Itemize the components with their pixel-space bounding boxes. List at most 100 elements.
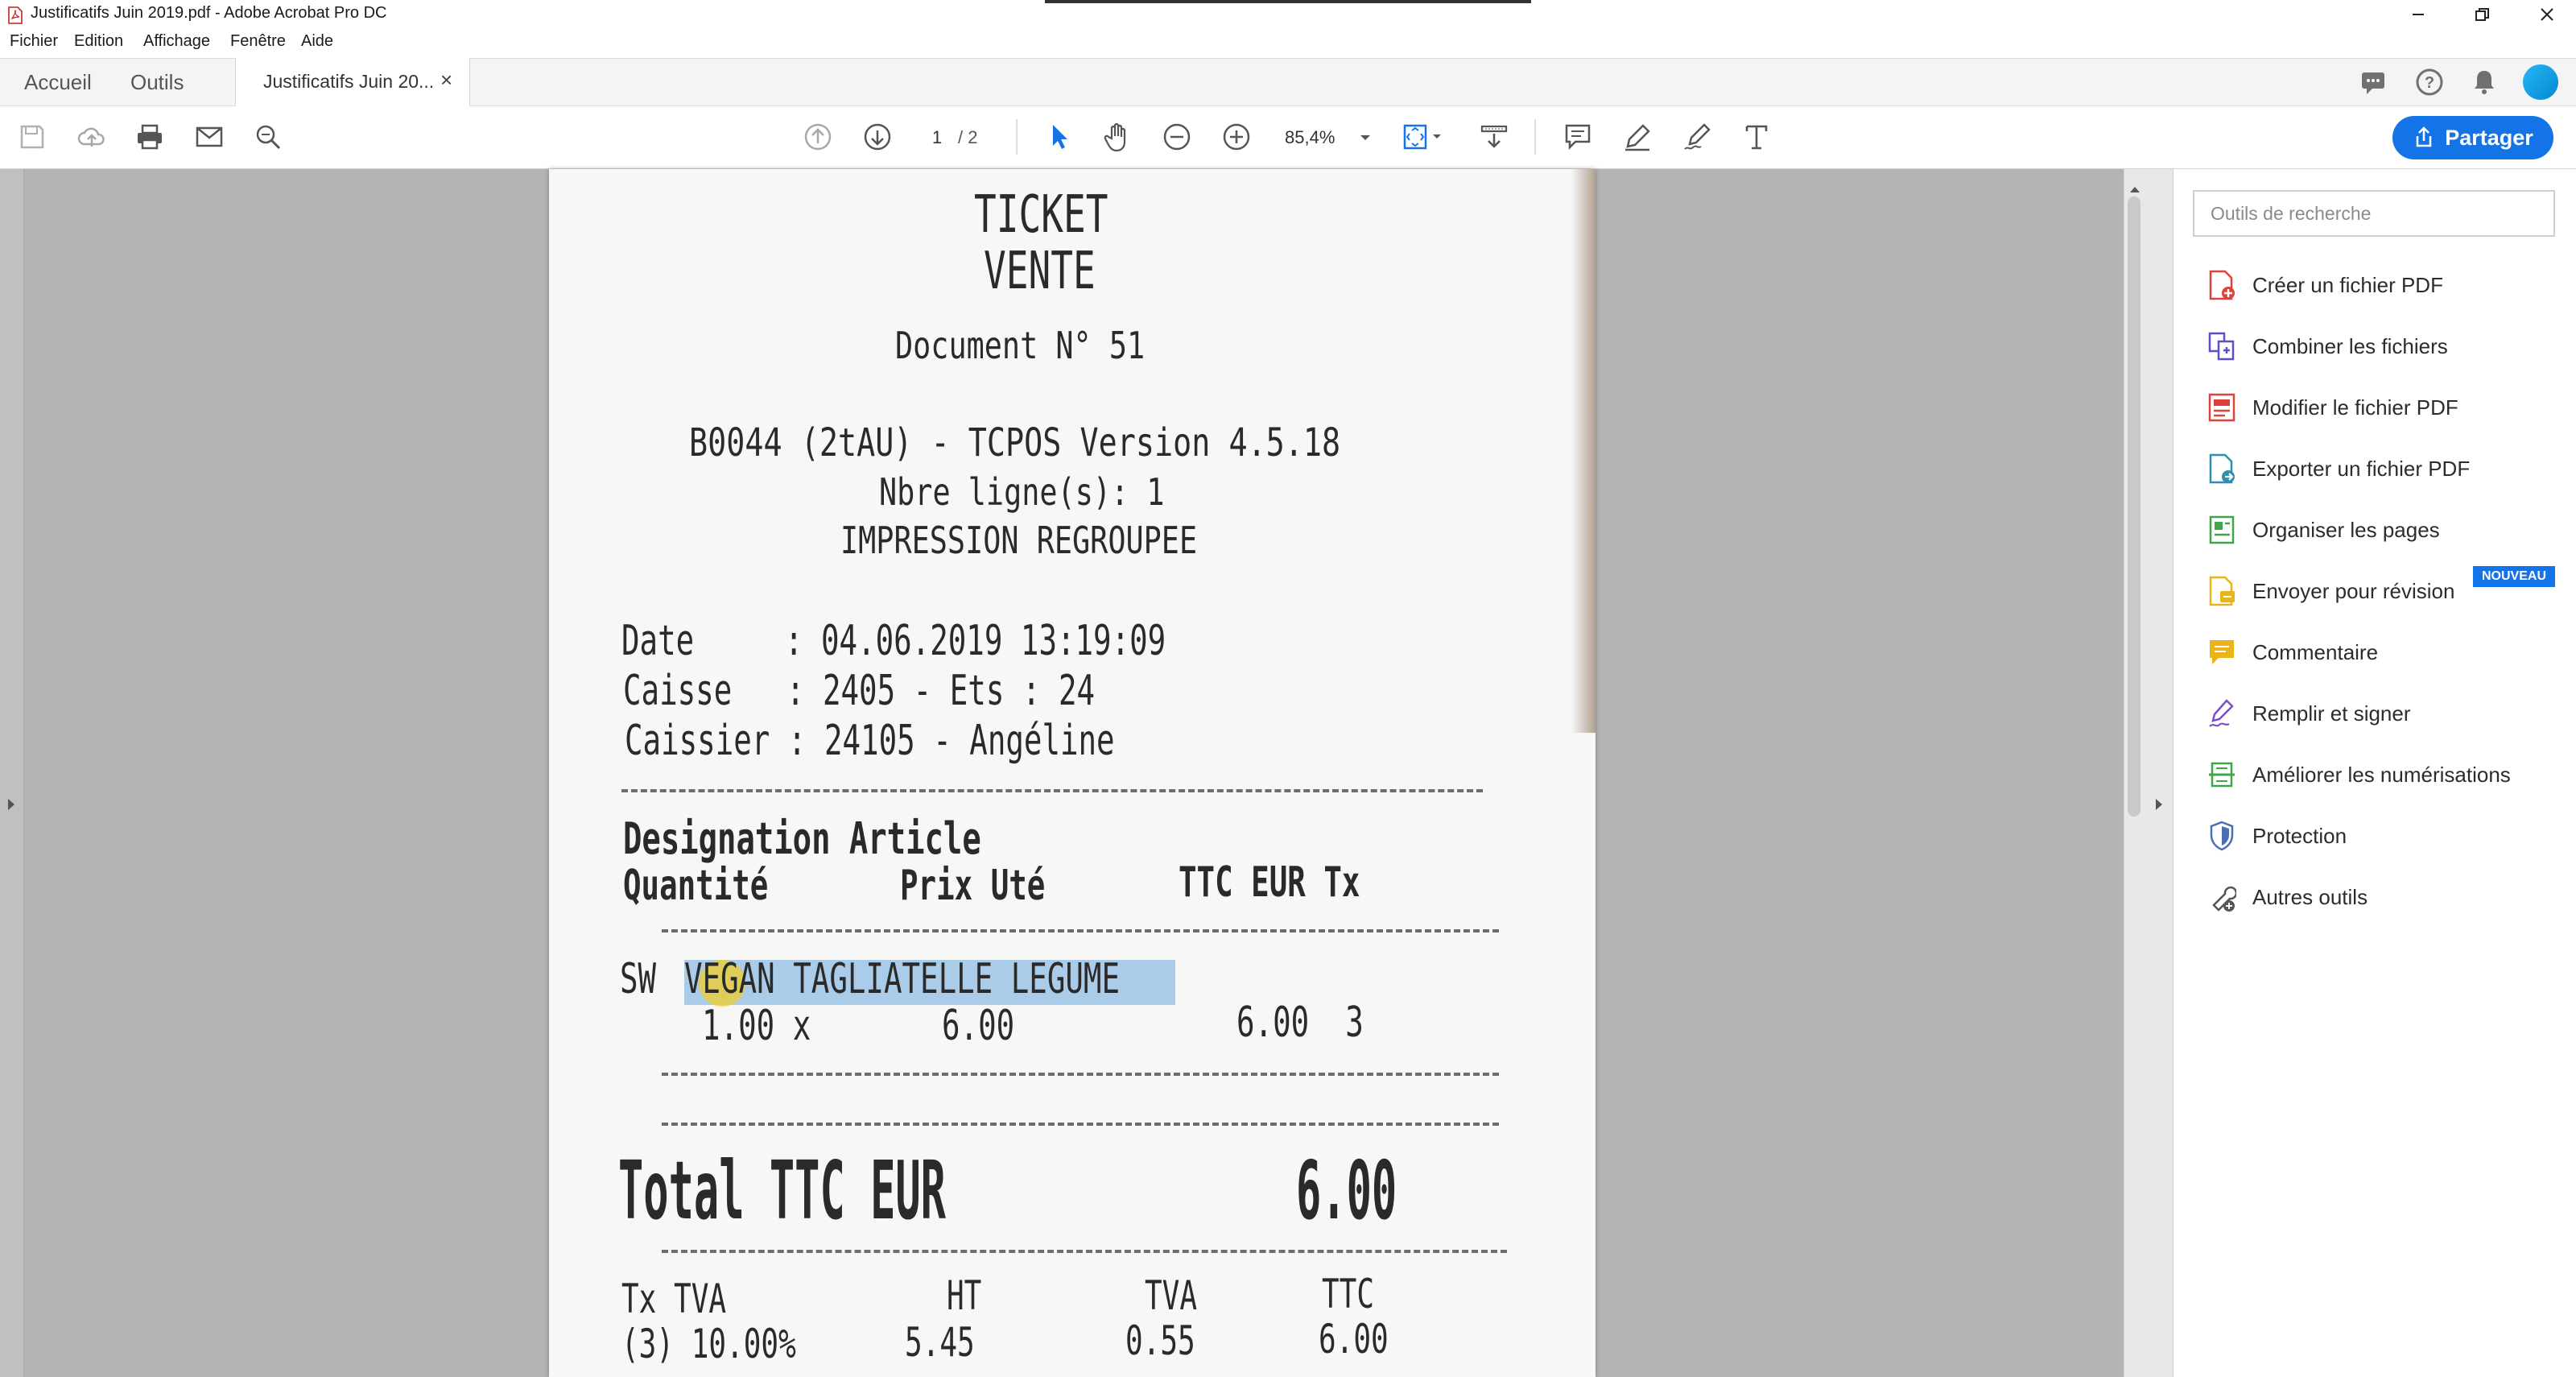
receipt-caissier: Caissier : 24105 - Angéline [625, 717, 1115, 765]
tool-create-pdf[interactable]: Créer un fichier PDF [2206, 261, 2560, 309]
tool-enhance-scans[interactable]: Améliorer les numérisations [2206, 751, 2560, 799]
protect-icon [2206, 820, 2238, 852]
receipt-item-prefix: SW [620, 955, 657, 1003]
tool-label: Modifier le fichier PDF [2252, 395, 2458, 420]
receipt-vat-ttc: 6.00 [1319, 1316, 1389, 1363]
minimize-button[interactable] [2386, 0, 2450, 29]
enhance-scans-icon [2206, 759, 2238, 791]
select-pointer-icon[interactable] [1042, 119, 1077, 155]
receipt-vat-rate: (3) 10.00% [621, 1321, 796, 1367]
tool-more-tools[interactable]: Autres outils [2206, 873, 2560, 921]
create-pdf-icon [2206, 269, 2238, 301]
menu-window[interactable]: Fenêtre [230, 32, 286, 51]
tool-label: Autres outils [2252, 884, 2368, 909]
tool-edit-pdf[interactable]: Modifier le fichier PDF [2206, 383, 2560, 432]
receipt-vat-ht-header: HT [947, 1272, 982, 1319]
user-avatar[interactable] [2523, 64, 2558, 100]
receipt-quantity-header: Quantité [623, 862, 769, 910]
scroll-up-icon [2130, 187, 2140, 192]
tool-protection[interactable]: Protection [2206, 812, 2560, 860]
receipt-item-price: 6.00 [942, 1002, 1015, 1050]
help-icon[interactable]: ? [2413, 66, 2446, 98]
menu-view[interactable]: Affichage [143, 32, 210, 51]
add-text-icon[interactable] [1739, 119, 1774, 155]
tool-organize-pages[interactable]: Organiser les pages [2206, 506, 2560, 554]
tools-search-input[interactable]: Outils de recherche [2193, 190, 2555, 237]
tab-home[interactable]: Accueil [24, 58, 92, 106]
close-window-button[interactable] [2515, 0, 2576, 29]
receipt-price-header: Prix Uté [900, 862, 1046, 910]
menu-file[interactable]: Fichier [10, 32, 58, 51]
receipt-vat-rate-header: Tx TVA [621, 1276, 727, 1322]
hand-tool-icon[interactable] [1100, 119, 1135, 155]
toolbar-separator [1016, 119, 1018, 155]
receipt-date: Date : 04.06.2019 13:19:09 [621, 617, 1166, 665]
tool-label: Améliorer les numérisations [2252, 762, 2511, 787]
tool-fill-sign[interactable]: Remplir et signer [2206, 689, 2560, 738]
tab-document[interactable]: Justificatifs Juin 20... × [235, 58, 470, 107]
tab-tools[interactable]: Outils [130, 58, 184, 106]
send-review-icon [2206, 575, 2238, 607]
tab-close-icon[interactable]: × [440, 68, 452, 93]
left-panel-collapsed[interactable] [0, 169, 24, 1377]
menu-edit[interactable]: Edition [74, 32, 123, 51]
next-page-icon[interactable] [860, 119, 895, 155]
minimize-icon [2413, 14, 2424, 15]
restore-icon [2475, 8, 2489, 21]
page-number-input[interactable]: 1 [923, 124, 952, 151]
vertical-scrollbar-thumb[interactable] [2128, 196, 2140, 817]
scroll-mode-icon[interactable] [1476, 119, 1512, 155]
window-title: Justificatifs Juin 2019.pdf - Adobe Acro… [31, 4, 387, 22]
upload-cloud-icon[interactable] [74, 119, 109, 155]
toolbar-separator [1534, 119, 1536, 155]
receipt-impression: IMPRESSION REGROUPEE [840, 519, 1198, 562]
receipt-ttc-header: TTC EUR Tx [1179, 858, 1360, 907]
receipt-item-total: 6.00 3 [1236, 999, 1364, 1047]
title-indicator-bar [1045, 0, 1531, 3]
highlight-pen-icon[interactable] [1620, 119, 1655, 155]
page-fit-icon[interactable] [1399, 119, 1447, 155]
chat-icon[interactable] [2357, 66, 2389, 98]
title-bar: Justificatifs Juin 2019.pdf - Adobe Acro… [0, 0, 2576, 29]
email-icon[interactable] [192, 119, 227, 155]
receipt-line-count: Nbre ligne(s): 1 [879, 470, 1165, 514]
pdf-page[interactable]: TICKET VENTE Document N° 51 B0044 (2tAU)… [549, 169, 1596, 1377]
tool-comment[interactable]: Commentaire [2206, 628, 2560, 676]
svg-text:?: ? [2425, 74, 2434, 92]
close-icon [2541, 8, 2553, 21]
pdf-file-icon [8, 6, 23, 24]
previous-page-icon[interactable] [800, 119, 836, 155]
share-button[interactable]: Partager [2392, 116, 2553, 159]
new-badge: NOUVEAU [2473, 566, 2555, 587]
receipt-separator [662, 1250, 1507, 1253]
print-icon[interactable] [132, 119, 167, 155]
receipt-separator [621, 789, 1483, 792]
tool-combine-files[interactable]: Combiner les fichiers [2206, 322, 2560, 370]
menu-bar [0, 29, 2576, 58]
receipt-vat-ttc-header: TTC [1322, 1271, 1375, 1317]
receipt-item-quantity: 1.00 x [702, 1002, 811, 1050]
receipt-total-value: 6.00 [1296, 1143, 1397, 1238]
organize-pages-icon [2206, 514, 2238, 546]
tool-label: Combiner les fichiers [2252, 333, 2448, 358]
collapse-right-panel-icon [2156, 799, 2162, 810]
receipt-ticket-heading: TICKET [974, 185, 1108, 245]
right-panel-toggle[interactable] [2145, 169, 2174, 1377]
menu-help[interactable]: Aide [301, 32, 333, 51]
fill-sign-icon [2206, 697, 2238, 730]
tool-export-pdf[interactable]: Exporter un fichier PDF [2206, 445, 2560, 493]
chevron-down-icon [1360, 135, 1370, 140]
zoom-level-dropdown[interactable]: 85,4% [1285, 124, 1372, 151]
comment-tool-icon[interactable] [1560, 119, 1596, 155]
zoom-in-icon[interactable] [1219, 119, 1254, 155]
tool-label: Protection [2252, 823, 2347, 848]
tool-label: Créer un fichier PDF [2252, 272, 2443, 297]
tool-label: Remplir et signer [2252, 701, 2411, 726]
save-icon[interactable] [14, 119, 50, 155]
sign-pen-icon[interactable] [1679, 119, 1715, 155]
search-zoom-icon[interactable] [251, 119, 287, 155]
receipt-item-name[interactable]: VEGAN TAGLIATELLE LEGUME [684, 955, 1120, 1003]
zoom-out-icon[interactable] [1159, 119, 1195, 155]
notifications-bell-icon[interactable] [2468, 66, 2500, 98]
restore-button[interactable] [2450, 0, 2515, 29]
